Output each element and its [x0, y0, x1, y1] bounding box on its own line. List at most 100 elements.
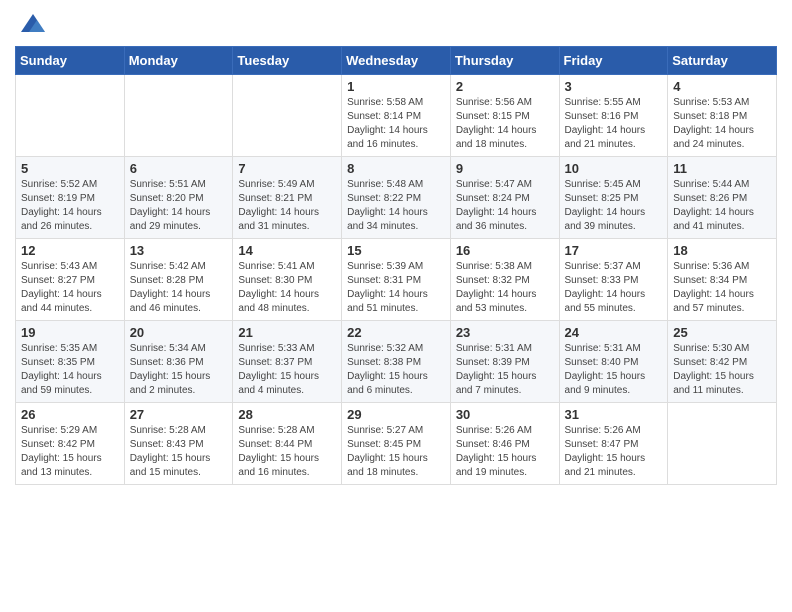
calendar-day-24: 24 Sunrise: 5:31 AM Sunset: 8:40 PM Dayli…: [559, 321, 668, 403]
day-detail: Sunrise: 5:41 AM Sunset: 8:30 PM Dayligh…: [238, 260, 336, 316]
day-number: 5: [21, 161, 119, 176]
calendar-empty-cell: [233, 75, 342, 157]
day-number: 3: [565, 79, 663, 94]
calendar-day-21: 21 Sunrise: 5:33 AM Sunset: 8:37 PM Dayli…: [233, 321, 342, 403]
day-number: 19: [21, 325, 119, 340]
day-number: 31: [565, 407, 663, 422]
day-number: 30: [456, 407, 554, 422]
day-detail: Sunrise: 5:48 AM Sunset: 8:22 PM Dayligh…: [347, 178, 445, 234]
day-detail: Sunrise: 5:33 AM Sunset: 8:37 PM Dayligh…: [238, 342, 336, 398]
day-detail: Sunrise: 5:36 AM Sunset: 8:34 PM Dayligh…: [673, 260, 771, 316]
day-detail: Sunrise: 5:26 AM Sunset: 8:46 PM Dayligh…: [456, 424, 554, 480]
day-number: 17: [565, 243, 663, 258]
calendar-day-25: 25 Sunrise: 5:30 AM Sunset: 8:42 PM Dayli…: [668, 321, 777, 403]
day-detail: Sunrise: 5:34 AM Sunset: 8:36 PM Dayligh…: [130, 342, 228, 398]
calendar-day-10: 10 Sunrise: 5:45 AM Sunset: 8:25 PM Dayli…: [559, 157, 668, 239]
calendar-day-27: 27 Sunrise: 5:28 AM Sunset: 8:43 PM Dayli…: [124, 403, 233, 485]
day-number: 4: [673, 79, 771, 94]
calendar-dow-wednesday: Wednesday: [342, 47, 451, 75]
day-detail: Sunrise: 5:31 AM Sunset: 8:39 PM Dayligh…: [456, 342, 554, 398]
calendar-week-row: 26Sunrise: 5:29 AM Sunset: 8:42 PM Dayli…: [16, 403, 777, 485]
day-detail: Sunrise: 5:52 AM Sunset: 8:19 PM Dayligh…: [21, 178, 119, 234]
calendar-day-11: 11Sunrise: 5:44 AM Sunset: 8:26 PM Dayli…: [668, 157, 777, 239]
calendar-day-17: 17 Sunrise: 5:37 AM Sunset: 8:33 PM Dayli…: [559, 239, 668, 321]
day-number: 14: [238, 243, 336, 258]
day-number: 28: [238, 407, 336, 422]
calendar-day-22: 22 Sunrise: 5:32 AM Sunset: 8:38 PM Dayli…: [342, 321, 451, 403]
calendar-dow-thursday: Thursday: [450, 47, 559, 75]
calendar-header-row: SundayMondayTuesdayWednesdayThursdayFrid…: [16, 47, 777, 75]
calendar-day-8: 8Sunrise: 5:48 AM Sunset: 8:22 PM Daylig…: [342, 157, 451, 239]
calendar-week-row: 5 Sunrise: 5:52 AM Sunset: 8:19 PM Daylig…: [16, 157, 777, 239]
calendar-day-16: 16 Sunrise: 5:38 AM Sunset: 8:32 PM Dayli…: [450, 239, 559, 321]
day-number: 27: [130, 407, 228, 422]
day-detail: Sunrise: 5:58 AM Sunset: 8:14 PM Dayligh…: [347, 96, 445, 152]
day-detail: Sunrise: 5:51 AM Sunset: 8:20 PM Dayligh…: [130, 178, 228, 234]
day-number: 25: [673, 325, 771, 340]
calendar-dow-friday: Friday: [559, 47, 668, 75]
calendar-dow-tuesday: Tuesday: [233, 47, 342, 75]
day-detail: Sunrise: 5:37 AM Sunset: 8:33 PM Dayligh…: [565, 260, 663, 316]
day-detail: Sunrise: 5:56 AM Sunset: 8:15 PM Dayligh…: [456, 96, 554, 152]
calendar-day-1: 1 Sunrise: 5:58 AM Sunset: 8:14 PM Daylig…: [342, 75, 451, 157]
day-detail: Sunrise: 5:49 AM Sunset: 8:21 PM Dayligh…: [238, 178, 336, 234]
day-number: 2: [456, 79, 554, 94]
day-number: 20: [130, 325, 228, 340]
day-number: 16: [456, 243, 554, 258]
calendar-empty-cell: [668, 403, 777, 485]
calendar-table: SundayMondayTuesdayWednesdayThursdayFrid…: [15, 46, 777, 485]
calendar-day-12: 12 Sunrise: 5:43 AM Sunset: 8:27 PM Dayli…: [16, 239, 125, 321]
day-detail: Sunrise: 5:38 AM Sunset: 8:32 PM Dayligh…: [456, 260, 554, 316]
day-detail: Sunrise: 5:43 AM Sunset: 8:27 PM Dayligh…: [21, 260, 119, 316]
calendar-empty-cell: [16, 75, 125, 157]
calendar-day-3: 3 Sunrise: 5:55 AM Sunset: 8:16 PM Daylig…: [559, 75, 668, 157]
calendar-dow-sunday: Sunday: [16, 47, 125, 75]
calendar-day-29: 29 Sunrise: 5:27 AM Sunset: 8:45 PM Dayli…: [342, 403, 451, 485]
day-number: 21: [238, 325, 336, 340]
day-detail: Sunrise: 5:47 AM Sunset: 8:24 PM Dayligh…: [456, 178, 554, 234]
day-number: 24: [565, 325, 663, 340]
day-detail: Sunrise: 5:39 AM Sunset: 8:31 PM Dayligh…: [347, 260, 445, 316]
calendar-day-5: 5 Sunrise: 5:52 AM Sunset: 8:19 PM Daylig…: [16, 157, 125, 239]
day-number: 22: [347, 325, 445, 340]
day-number: 6: [130, 161, 228, 176]
day-number: 12: [21, 243, 119, 258]
day-detail: Sunrise: 5:31 AM Sunset: 8:40 PM Dayligh…: [565, 342, 663, 398]
day-number: 18: [673, 243, 771, 258]
day-detail: Sunrise: 5:35 AM Sunset: 8:35 PM Dayligh…: [21, 342, 119, 398]
calendar-day-13: 13Sunrise: 5:42 AM Sunset: 8:28 PM Dayli…: [124, 239, 233, 321]
calendar-day-15: 15 Sunrise: 5:39 AM Sunset: 8:31 PM Dayli…: [342, 239, 451, 321]
day-detail: Sunrise: 5:42 AM Sunset: 8:28 PM Dayligh…: [130, 260, 228, 316]
day-detail: Sunrise: 5:30 AM Sunset: 8:42 PM Dayligh…: [673, 342, 771, 398]
day-number: 29: [347, 407, 445, 422]
day-number: 11: [673, 161, 771, 176]
calendar-empty-cell: [124, 75, 233, 157]
calendar-dow-monday: Monday: [124, 47, 233, 75]
day-number: 7: [238, 161, 336, 176]
day-detail: Sunrise: 5:27 AM Sunset: 8:45 PM Dayligh…: [347, 424, 445, 480]
logo-icon: [19, 10, 47, 38]
calendar-day-4: 4Sunrise: 5:53 AM Sunset: 8:18 PM Daylig…: [668, 75, 777, 157]
day-detail: Sunrise: 5:32 AM Sunset: 8:38 PM Dayligh…: [347, 342, 445, 398]
calendar-day-28: 28 Sunrise: 5:28 AM Sunset: 8:44 PM Dayli…: [233, 403, 342, 485]
day-number: 23: [456, 325, 554, 340]
day-number: 15: [347, 243, 445, 258]
day-detail: Sunrise: 5:26 AM Sunset: 8:47 PM Dayligh…: [565, 424, 663, 480]
day-number: 9: [456, 161, 554, 176]
day-number: 10: [565, 161, 663, 176]
calendar-day-14: 14 Sunrise: 5:41 AM Sunset: 8:30 PM Dayli…: [233, 239, 342, 321]
calendar-day-23: 23 Sunrise: 5:31 AM Sunset: 8:39 PM Dayli…: [450, 321, 559, 403]
calendar-day-2: 2 Sunrise: 5:56 AM Sunset: 8:15 PM Daylig…: [450, 75, 559, 157]
day-detail: Sunrise: 5:55 AM Sunset: 8:16 PM Dayligh…: [565, 96, 663, 152]
calendar-dow-saturday: Saturday: [668, 47, 777, 75]
calendar-day-18: 18 Sunrise: 5:36 AM Sunset: 8:34 PM Dayli…: [668, 239, 777, 321]
page-header: [15, 10, 777, 38]
day-detail: Sunrise: 5:28 AM Sunset: 8:44 PM Dayligh…: [238, 424, 336, 480]
day-number: 1: [347, 79, 445, 94]
day-detail: Sunrise: 5:28 AM Sunset: 8:43 PM Dayligh…: [130, 424, 228, 480]
day-detail: Sunrise: 5:45 AM Sunset: 8:25 PM Dayligh…: [565, 178, 663, 234]
calendar-day-20: 20 Sunrise: 5:34 AM Sunset: 8:36 PM Dayli…: [124, 321, 233, 403]
day-number: 26: [21, 407, 119, 422]
calendar-day-9: 9 Sunrise: 5:47 AM Sunset: 8:24 PM Daylig…: [450, 157, 559, 239]
calendar-day-26: 26Sunrise: 5:29 AM Sunset: 8:42 PM Dayli…: [16, 403, 125, 485]
